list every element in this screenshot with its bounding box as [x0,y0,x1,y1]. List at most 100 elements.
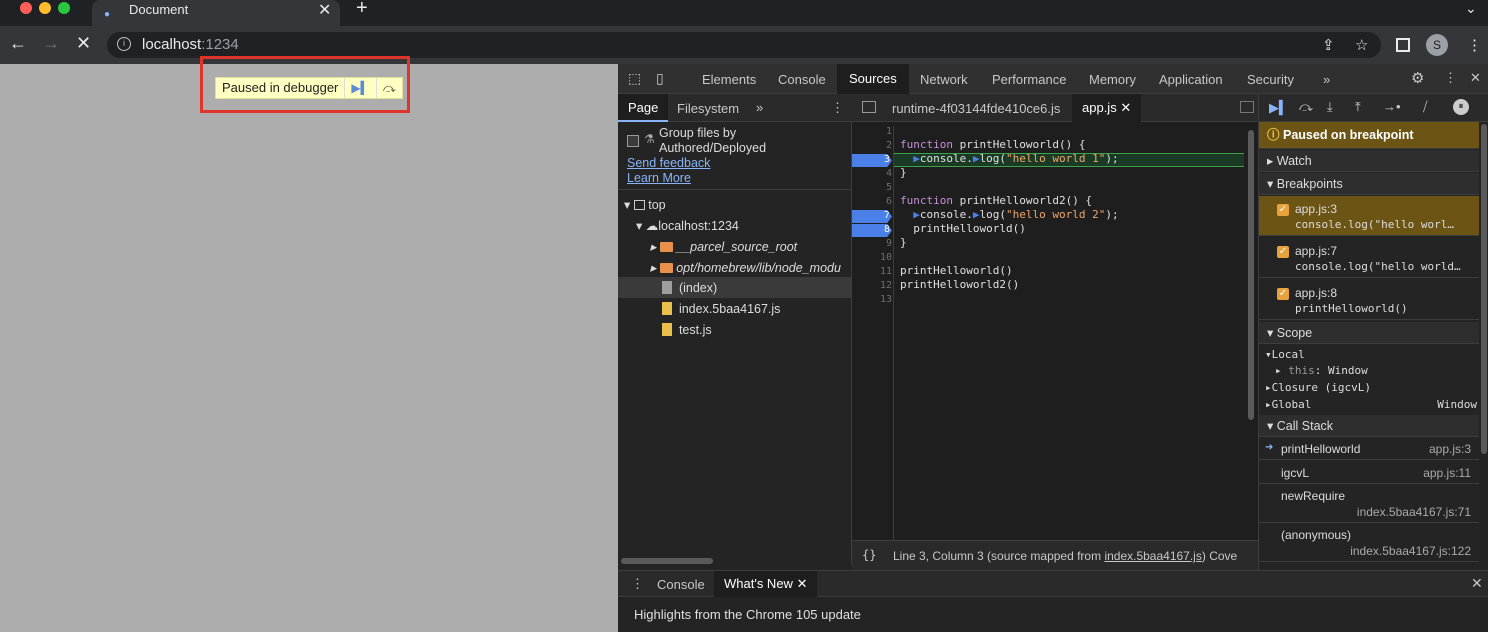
scope-global[interactable]: ▸Global Window [1265,398,1477,411]
callstack-frame[interactable]: newRequire index.5baa4167.js:71 [1259,485,1479,523]
editor-tab-runtime[interactable]: runtime-4f03144fde410ce6.js [892,101,1060,116]
step-out-icon[interactable]: ⤒ [1355,99,1361,115]
learn-more-link[interactable]: Learn More [627,171,691,185]
callstack-frame[interactable]: igcvL app.js:11 [1259,461,1479,484]
close-tab-icon[interactable]: ✕ [1120,100,1131,115]
drawer-tab-whats-new[interactable]: What's New ✕ [714,571,818,597]
minimize-window-button[interactable] [39,2,51,14]
code-line[interactable]: } [900,166,907,179]
device-toolbar-icon[interactable]: ▯ [656,70,664,87]
vertical-scrollbar[interactable] [1248,130,1254,420]
tab-security[interactable]: Security [1247,72,1294,87]
tree-item-file[interactable]: test.js [662,323,712,337]
tab-memory[interactable]: Memory [1089,72,1136,87]
breakpoint-item[interactable]: ✓ app.js:7 console.log("hello world… [1259,238,1479,278]
tab-elements[interactable]: Elements [702,72,756,87]
breakpoint-item[interactable]: ✓ app.js:8 printHelloworld() [1259,280,1479,320]
more-navigator-icon[interactable]: » [756,100,763,115]
tree-item-folder[interactable]: ▸ opt/homebrew/lib/node_modu [650,260,850,275]
resume-icon[interactable]: ▶▍ [1269,100,1289,116]
step-over-icon[interactable]: ⤼ [1299,99,1313,115]
code-line[interactable]: function printHelloworld() { [900,138,1085,151]
more-tabs-icon[interactable]: » [1323,72,1330,87]
deactivate-breakpoints-icon[interactable]: ⧸ [1423,99,1427,115]
code-line[interactable]: ▶console.▶log("hello world 2"); [900,208,1118,221]
breakpoint-checkbox[interactable]: ✓ [1277,204,1289,216]
line-number[interactable]: 11 [852,266,892,277]
close-tab-icon[interactable]: ✕ [318,0,331,20]
pause-on-exceptions-icon[interactable]: ⏸ [1453,99,1469,115]
line-number[interactable]: 12 [852,280,892,291]
source-map-link[interactable]: index.5baa4167.js [1104,549,1201,563]
breakpoint-checkbox[interactable]: ✓ [1277,246,1289,258]
line-number[interactable]: 5 [852,182,892,193]
navigator-menu-icon[interactable]: ⋮ [831,100,844,116]
scope-local[interactable]: ▾Local [1265,348,1477,361]
callstack-section[interactable]: ▾ Call Stack [1259,415,1479,437]
callstack-frame[interactable]: (anonymous) index.5baa4167.js:122 [1259,524,1479,562]
step-into-icon[interactable]: ⤓ [1327,99,1333,115]
close-window-button[interactable] [20,2,32,14]
close-drawer-icon[interactable]: ✕ [1471,575,1483,592]
forward-arrow-icon[interactable]: → [42,33,60,54]
breakpoints-section[interactable]: ▾ Breakpoints [1259,173,1479,195]
maximize-window-button[interactable] [58,2,70,14]
breakpoint-marker[interactable]: 7 [852,210,892,223]
toggle-navigator-icon[interactable] [862,101,876,113]
group-files-checkbox[interactable] [627,135,639,147]
code-line[interactable]: function printHelloworld2() { [900,194,1092,207]
profile-avatar[interactable]: S [1426,34,1448,56]
callstack-frame[interactable]: ➜ printHelloworld app.js:3 [1259,438,1479,460]
tree-item-file[interactable]: index.5baa4167.js [662,302,780,316]
toggle-debugger-icon[interactable] [1240,101,1254,113]
line-number[interactable]: 1 [852,126,892,137]
tab-search-chevron-icon[interactable]: ⌄ [1465,0,1477,17]
code-line[interactable]: ▶console.▶log("hello world 1"); [900,152,1118,165]
tab-page[interactable]: Page [618,94,669,122]
devtools-menu-icon[interactable]: ⋮ [1444,70,1457,86]
pretty-print-icon[interactable]: {} [862,548,876,562]
kebab-menu-icon[interactable]: ⋮ [1467,36,1482,54]
browser-tab[interactable]: ● Document ✕ [92,0,340,26]
share-icon[interactable]: ⇪ [1322,36,1335,54]
code-line[interactable]: } [900,236,907,249]
breakpoint-checkbox[interactable]: ✓ [1277,288,1289,300]
step-icon[interactable]: →• [1383,99,1401,114]
tree-item-file[interactable]: (index) [662,281,717,295]
tab-application[interactable]: Application [1159,72,1223,87]
tree-item-host[interactable]: ▾ ☁localhost:1234 [636,218,739,233]
breakpoint-item[interactable]: ✓ app.js:3 console.log("hello worl… [1259,196,1479,236]
line-number[interactable]: 13 [852,294,892,305]
back-arrow-icon[interactable]: ← [9,33,27,54]
line-number[interactable]: 9 [852,238,892,249]
scope-this[interactable]: ▸ this: Window [1275,364,1477,377]
inspect-element-icon[interactable]: ⬚ [628,70,641,87]
side-panel-icon[interactable] [1396,38,1410,52]
stop-loading-icon[interactable]: ✕ [76,33,91,54]
settings-gear-icon[interactable]: ⚙ [1411,69,1424,87]
send-feedback-link[interactable]: Send feedback [627,156,710,170]
close-tab-icon[interactable]: ✕ [797,576,808,591]
new-tab-button[interactable]: + [356,0,368,20]
drawer-tab-console[interactable]: Console [657,577,705,592]
tree-item-folder[interactable]: ▸ __parcel_source_root [650,239,797,254]
vertical-scrollbar[interactable] [1481,124,1487,454]
horizontal-scrollbar[interactable] [621,558,713,564]
scope-section[interactable]: ▾ Scope [1259,322,1479,344]
tab-console[interactable]: Console [778,72,826,87]
editor-tab-app[interactable]: app.js ✕ [1072,94,1142,122]
tab-sources[interactable]: Sources [837,64,909,94]
drawer-menu-icon[interactable]: ⋮ [631,576,644,592]
line-number[interactable]: 4 [852,168,892,179]
code-line[interactable]: printHelloworld2() [900,278,1019,291]
breakpoint-marker[interactable]: 3 [852,154,892,167]
scope-closure[interactable]: ▸Closure (igcvL) [1265,381,1477,394]
code-line[interactable]: printHelloworld() [900,222,1026,235]
tab-network[interactable]: Network [920,72,968,87]
omnibox[interactable]: i localhost:1234 [107,32,1381,58]
tab-filesystem[interactable]: Filesystem [677,101,739,116]
bookmark-star-icon[interactable]: ☆ [1355,36,1368,54]
line-number[interactable]: 6 [852,196,892,207]
site-info-icon[interactable]: i [117,37,131,51]
close-devtools-icon[interactable]: ✕ [1470,70,1481,86]
